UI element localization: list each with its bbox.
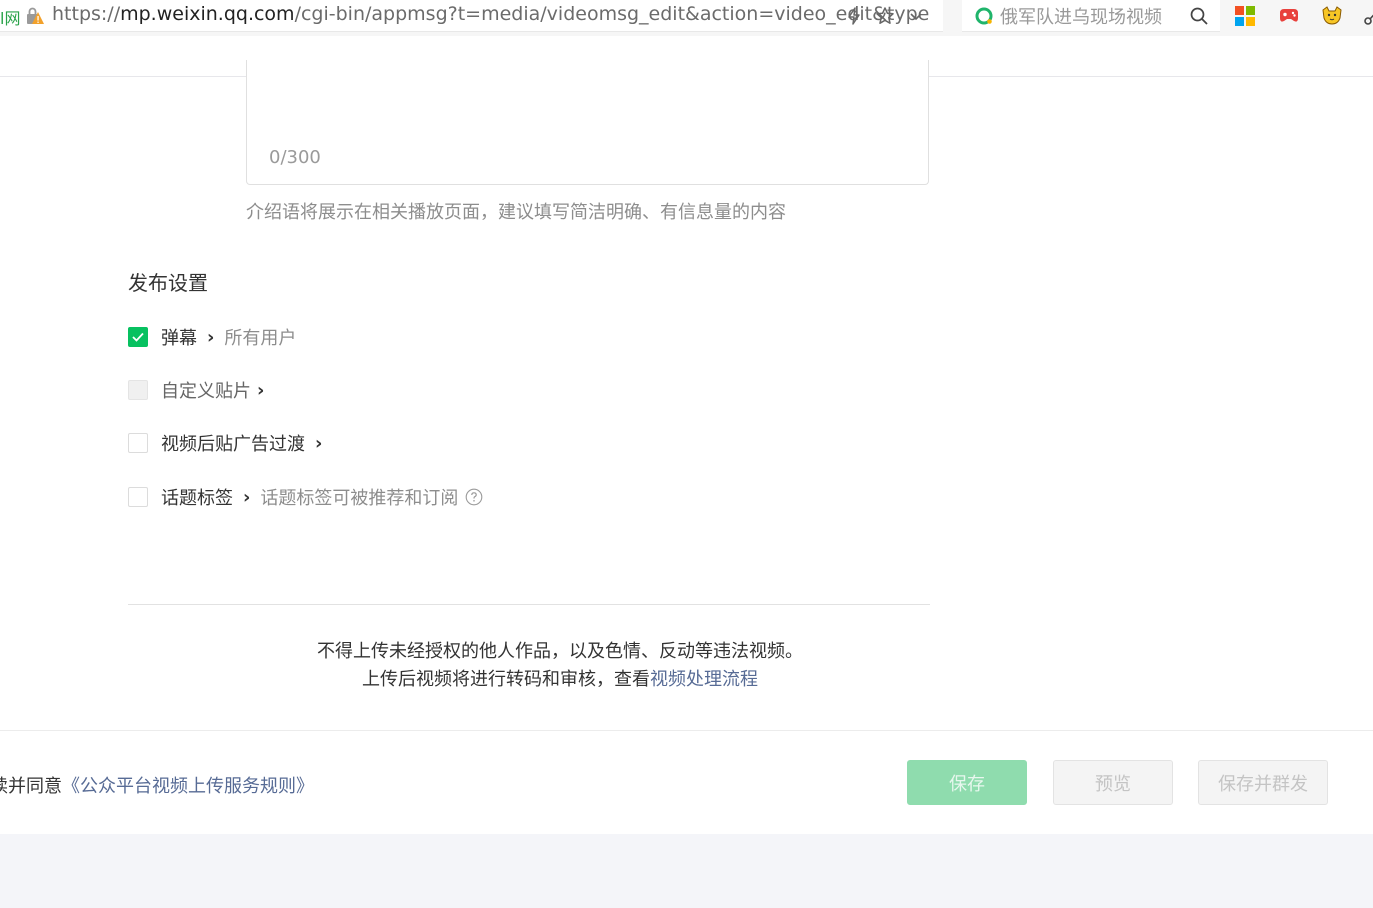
preview-button[interactable]: 预览 bbox=[1053, 760, 1173, 805]
publish-settings-title: 发布设置 bbox=[128, 271, 208, 295]
topic-tags-label: 话题标签 bbox=[161, 488, 233, 509]
danmaku-checkbox[interactable] bbox=[128, 327, 148, 347]
postroll-ad-checkbox[interactable] bbox=[128, 433, 148, 453]
cat-mascot-icon[interactable] bbox=[1320, 4, 1344, 28]
intro-hint: 介绍语将展示在相关播放页面，建议填写简洁明确、有信息量的内容 bbox=[246, 202, 786, 223]
chevron-down-icon[interactable] bbox=[905, 5, 927, 27]
chevron-right-icon[interactable]: › bbox=[315, 433, 322, 454]
save-and-send-button[interactable]: 保存并群发 bbox=[1198, 760, 1328, 805]
upload-notice: 不得上传未经授权的他人作品，以及色情、反动等违法视频。 上传后视频将进行转码和审… bbox=[128, 638, 992, 694]
topic-tags-description: 话题标签可被推荐和订阅 bbox=[260, 488, 459, 509]
check-icon bbox=[132, 332, 144, 342]
topic-tags-checkbox[interactable] bbox=[128, 487, 148, 507]
apps-grid-icon[interactable] bbox=[1233, 4, 1257, 28]
browser-toolbar: l网 https://mp.weixin.qq.com/cgi-bin/appm… bbox=[0, 0, 1373, 36]
save-button[interactable]: 保存 bbox=[907, 760, 1027, 805]
site-tag: l网 bbox=[0, 9, 21, 28]
scissors-icon[interactable] bbox=[1362, 4, 1373, 28]
service-rules-link[interactable]: 《公众平台视频上传服务规则》 bbox=[62, 776, 314, 797]
lock-warning-icon[interactable] bbox=[25, 7, 45, 25]
page-bottom-area bbox=[0, 834, 1373, 908]
star-icon[interactable] bbox=[874, 5, 896, 27]
option-danmaku[interactable]: 弹幕 › 所有用户 bbox=[128, 325, 296, 349]
address-bar[interactable]: l网 https://mp.weixin.qq.com/cgi-bin/appm… bbox=[0, 0, 943, 32]
footer-action-bar: 读并同意《公众平台视频上传服务规则》 保存 预览 保存并群发 bbox=[0, 731, 1373, 834]
chevron-right-icon[interactable]: › bbox=[257, 380, 264, 401]
chevron-right-icon[interactable]: › bbox=[207, 327, 214, 348]
search-box[interactable]: 俄军队进乌现场视频 bbox=[962, 0, 1220, 32]
option-postroll-ad[interactable]: 视频后贴广告过渡 › bbox=[128, 431, 322, 455]
option-custom-patch: 自定义贴片 › bbox=[128, 378, 264, 402]
option-topic-tags[interactable]: 话题标签 › 话题标签可被推荐和订阅 bbox=[128, 485, 483, 509]
custom-patch-checkbox bbox=[128, 380, 148, 400]
url-text[interactable]: https://mp.weixin.qq.com/cgi-bin/appmsg?… bbox=[52, 3, 929, 25]
process-flow-link[interactable]: 视频处理流程 bbox=[650, 669, 758, 690]
char-counter: 0/300 bbox=[269, 147, 321, 168]
danmaku-label: 弹幕 bbox=[161, 328, 197, 349]
custom-patch-label: 自定义贴片 bbox=[161, 381, 251, 402]
search-input[interactable]: 俄军队进乌现场视频 bbox=[1000, 3, 1162, 29]
danmaku-scope[interactable]: 所有用户 bbox=[224, 324, 296, 350]
agreement-text: 读并同意《公众平台视频上传服务规则》 bbox=[0, 776, 314, 797]
postroll-ad-label: 视频后贴广告过渡 bbox=[161, 434, 305, 455]
notice-line-1: 不得上传未经授权的他人作品，以及色情、反动等违法视频。 bbox=[317, 641, 803, 662]
lightning-icon[interactable] bbox=[843, 5, 865, 27]
search-engine-icon[interactable] bbox=[974, 6, 994, 26]
help-question-icon[interactable] bbox=[465, 488, 483, 506]
chevron-right-icon[interactable]: › bbox=[243, 487, 250, 508]
intro-textarea[interactable]: 0/300 bbox=[246, 60, 929, 185]
game-controller-icon[interactable] bbox=[1277, 4, 1301, 28]
notice-line-2: 上传后视频将进行转码和审核，查看视频处理流程 bbox=[362, 669, 758, 690]
search-icon[interactable] bbox=[1188, 5, 1210, 27]
content-divider bbox=[128, 604, 930, 605]
